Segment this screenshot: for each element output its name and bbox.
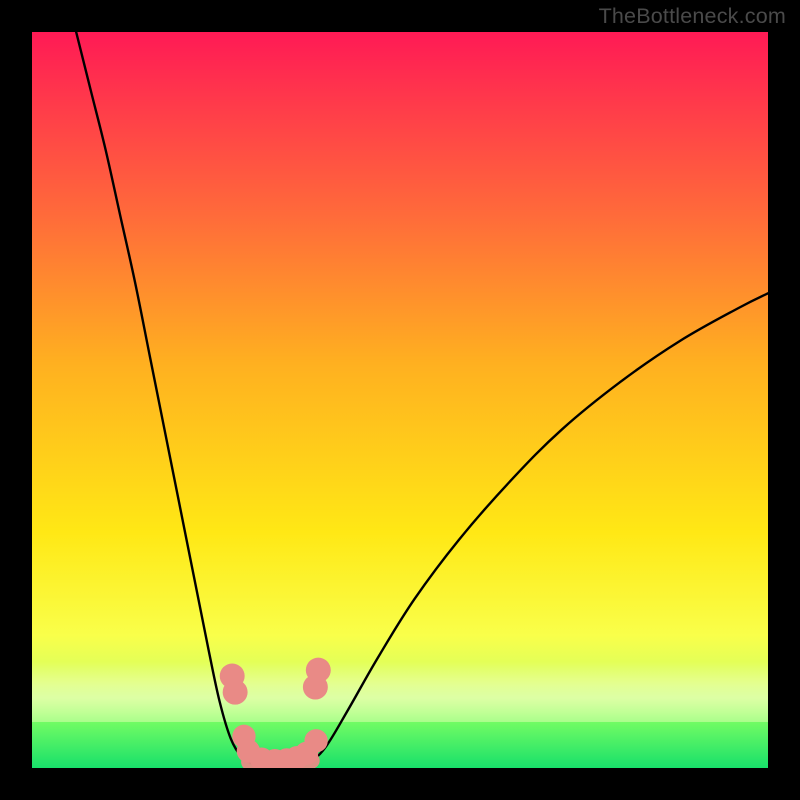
plot-area	[32, 32, 768, 768]
marker-dot	[304, 729, 327, 752]
marker-dot	[306, 658, 331, 683]
bottleneck-curve	[76, 32, 768, 766]
curve-path	[76, 32, 768, 766]
curve-layer	[32, 32, 768, 768]
marker-dot	[223, 680, 248, 705]
watermark-text: TheBottleneck.com	[599, 4, 786, 29]
chart-frame: TheBottleneck.com	[0, 0, 800, 800]
